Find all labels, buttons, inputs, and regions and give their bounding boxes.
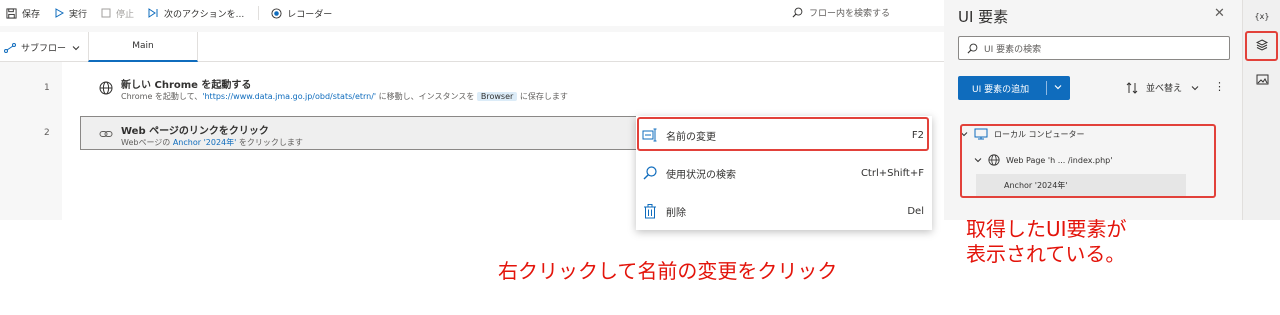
annotation-ui-element-line1: 取得したUI要素が bbox=[966, 217, 1127, 241]
tab-main-label: Main bbox=[132, 41, 154, 51]
chevron-down-icon bbox=[72, 45, 80, 50]
action-title: Web ページのリンクをクリック bbox=[121, 126, 269, 137]
subflow-icon bbox=[4, 42, 16, 53]
line-number: 2 bbox=[44, 128, 50, 138]
recorder-button[interactable]: レコーダー bbox=[271, 7, 332, 20]
stop-label: 停止 bbox=[116, 9, 135, 20]
line-number: 1 bbox=[44, 83, 50, 93]
desc-text: Chrome を起動して、 bbox=[121, 92, 203, 101]
next-action-button[interactable]: 次のアクションを... bbox=[148, 7, 244, 20]
run-label: 実行 bbox=[69, 9, 88, 20]
stop-button[interactable]: 停止 bbox=[101, 7, 134, 20]
link-icon bbox=[99, 131, 113, 137]
menu-label: 削除 bbox=[666, 207, 686, 219]
variable-pill: Browser bbox=[476, 92, 518, 101]
image-icon bbox=[1256, 74, 1268, 84]
stop-icon bbox=[101, 8, 111, 18]
next-action-label: 次のアクションを... bbox=[164, 9, 245, 20]
recorder-label: レコーダー bbox=[287, 9, 333, 20]
panel-title: UI 要素 bbox=[958, 8, 1009, 26]
element-link: Anchor '2024年' bbox=[172, 138, 237, 147]
search-icon bbox=[643, 166, 657, 180]
url-link: 'https://www.data.jma.go.jp/obd/stats/et… bbox=[202, 92, 377, 101]
step-icon bbox=[148, 8, 158, 18]
run-button[interactable]: 実行 bbox=[54, 7, 87, 20]
subflow-dropdown[interactable]: サブフロー bbox=[4, 41, 81, 54]
globe-icon bbox=[99, 81, 113, 95]
toolbar: 保存 実行 停止 次のアクションを... レコーダー フロー内を検索する bbox=[0, 0, 944, 26]
rename-highlight-box bbox=[637, 117, 929, 151]
desc-text: に移動し、インスタンスを bbox=[376, 92, 477, 101]
menu-label: 使用状況の検索 bbox=[666, 169, 736, 181]
annotation-ui-element-line2: 表示されている。 bbox=[966, 242, 1126, 266]
chevron-down-icon bbox=[1191, 85, 1199, 90]
delete-icon bbox=[644, 204, 656, 219]
save-label: 保存 bbox=[22, 9, 41, 20]
action-description: Chrome を起動して、'https://www.data.jma.go.jp… bbox=[121, 91, 568, 102]
flow-search[interactable]: フロー内を検索する bbox=[792, 6, 890, 19]
sort-icon bbox=[1126, 81, 1138, 94]
desc-text: に保存します bbox=[517, 92, 568, 101]
menu-item-find-usages[interactable]: 使用状況の検索 Ctrl+Shift+F bbox=[636, 158, 932, 188]
search-placeholder: UI 要素の検索 bbox=[984, 44, 1042, 55]
flow-search-placeholder: フロー内を検索する bbox=[809, 9, 891, 19]
play-icon bbox=[55, 8, 65, 18]
images-button[interactable] bbox=[1247, 66, 1277, 92]
action-launch-chrome[interactable]: 新しい Chrome を起動する Chrome を起動して、'https://w… bbox=[80, 70, 940, 104]
search-icon bbox=[967, 43, 978, 53]
sort-dropdown[interactable]: 並べ替え bbox=[1126, 81, 1202, 94]
screen: 保存 実行 停止 次のアクションを... レコーダー フロー内を検索する サブフ… bbox=[0, 0, 1280, 315]
record-icon bbox=[271, 7, 282, 19]
close-icon[interactable]: ✕ bbox=[1214, 6, 1225, 21]
ui-element-highlight-box bbox=[960, 124, 1216, 198]
save-button[interactable]: 保存 bbox=[6, 7, 40, 20]
variables-label: {x} bbox=[1254, 11, 1270, 21]
add-ui-element-label: UI 要素の追加 bbox=[972, 84, 1030, 95]
action-description: Webページの Anchor '2024年' をクリックします bbox=[121, 137, 303, 148]
variables-button[interactable]: {x} bbox=[1247, 3, 1277, 29]
tab-main[interactable]: Main bbox=[88, 32, 198, 62]
toolbar-divider bbox=[258, 6, 260, 20]
sort-label: 並べ替え bbox=[1146, 84, 1183, 94]
action-title: 新しい Chrome を起動する bbox=[121, 80, 252, 91]
menu-item-delete[interactable]: 削除 Del bbox=[636, 196, 932, 226]
ui-element-search-input[interactable]: UI 要素の検索 bbox=[958, 36, 1230, 60]
add-ui-element-button[interactable]: UI 要素の追加 bbox=[958, 76, 1070, 100]
ui-elements-tab-highlight bbox=[1245, 31, 1278, 61]
menu-shortcut: Ctrl+Shift+F bbox=[860, 167, 924, 179]
subflow-label: サブフロー bbox=[21, 44, 67, 54]
annotation-rename-instruction: 右クリックして名前の変更をクリック bbox=[498, 259, 838, 283]
more-options-icon[interactable]: ⋮ bbox=[1214, 80, 1225, 93]
chevron-down-icon[interactable] bbox=[1047, 82, 1069, 95]
desc-text: をクリックします bbox=[236, 138, 303, 147]
search-icon bbox=[792, 7, 803, 18]
action-click-link[interactable]: Web ページのリンクをクリック Webページの Anchor '2024年' … bbox=[80, 116, 700, 150]
menu-shortcut: Del bbox=[907, 205, 924, 217]
save-icon bbox=[6, 7, 17, 19]
desc-text: Webページの bbox=[121, 138, 173, 147]
tab-bar: サブフロー Main bbox=[0, 32, 944, 62]
